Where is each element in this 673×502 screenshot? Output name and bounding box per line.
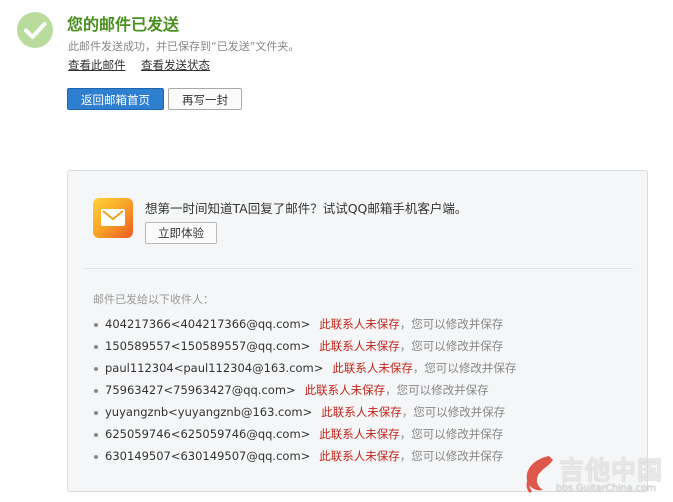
divider [83, 268, 633, 269]
bullet [94, 411, 98, 415]
edit-and-save-link[interactable]: 您可以修改并保存 [411, 339, 503, 353]
unsaved-contact-warning: 此联系人未保存 [319, 449, 400, 463]
guitarchina-logo [526, 456, 553, 494]
separator: ， [399, 339, 412, 353]
recipient-address: 150589557<150589557@qq.com> [105, 339, 311, 353]
watermark: 吉他中国 bbs.GuitarChina.com [519, 450, 671, 500]
recipient-item: 404217366<404217366@qq.com> 此联系人未保存，您可以修改… [93, 313, 516, 335]
unsaved-contact-warning: 此联系人未保存 [332, 361, 413, 375]
unsaved-contact-warning: 此联系人未保存 [304, 383, 386, 397]
separator: ， [401, 405, 414, 419]
success-icon [17, 12, 53, 48]
recipient-item: 75963427<75963427@qq.com> 此联系人未保存，您可以修改并保… [93, 379, 516, 401]
unsaved-contact-warning: 此联系人未保存 [321, 405, 402, 419]
info-panel: 想第一时间知道TA回复了邮件？试试QQ邮箱手机客户端。 立即体验 邮件已发给以下… [67, 170, 648, 492]
bullet [94, 455, 98, 459]
back-to-inbox-button[interactable]: 返回邮箱首页 [67, 88, 164, 110]
edit-and-save-link[interactable]: 您可以修改并保存 [397, 383, 489, 397]
promo-text: 想第一时间知道TA回复了邮件？试试QQ邮箱手机客户端。 [145, 201, 468, 216]
bullet [94, 367, 98, 371]
bullet [94, 389, 98, 393]
view-status-link[interactable]: 查看发送状态 [141, 57, 210, 73]
edit-and-save-link[interactable]: 您可以修改并保存 [411, 427, 503, 441]
qq-mail-app-icon [93, 198, 133, 238]
recipient-item: yuyangznb<yuyangznb@163.com> 此联系人未保存，您可以修… [93, 401, 516, 423]
recipient-address: 630149507<630149507@qq.com> [105, 449, 311, 463]
recipient-address: 625059746<625059746@qq.com> [105, 427, 311, 441]
edit-and-save-link[interactable]: 您可以修改并保存 [424, 361, 516, 375]
recipients-label: 邮件已发给以下收件人： [93, 293, 214, 306]
unsaved-contact-warning: 此联系人未保存 [319, 339, 400, 353]
recipient-item: 630149507<630149507@qq.com> 此联系人未保存，您可以修改… [93, 445, 516, 467]
compose-again-button[interactable]: 再写一封 [168, 88, 242, 110]
unsaved-contact-warning: 此联系人未保存 [319, 427, 400, 441]
recipient-address: 75963427<75963427@qq.com> [105, 383, 296, 397]
bullet [94, 433, 98, 437]
edit-and-save-link[interactable]: 您可以修改并保存 [411, 317, 503, 331]
watermark-url: bbs.GuitarChina.com [556, 483, 656, 494]
recipient-list: 404217366<404217366@qq.com> 此联系人未保存，您可以修改… [93, 313, 516, 467]
recipient-address: paul112304<paul112304@163.com> [105, 361, 324, 375]
page-title: 您的邮件已发送 [67, 15, 180, 34]
watermark-brand: 吉他中国 [559, 456, 664, 485]
view-mail-link[interactable]: 查看此邮件 [68, 57, 126, 73]
recipient-item: 625059746<625059746@qq.com> 此联系人未保存，您可以修改… [93, 423, 516, 445]
unsaved-contact-warning: 此联系人未保存 [319, 317, 400, 331]
success-message: 此邮件发送成功，并已保存到“已发送”文件夹。 [68, 40, 300, 53]
separator: ， [399, 427, 412, 441]
edit-and-save-link[interactable]: 您可以修改并保存 [411, 449, 503, 463]
recipient-item: 150589557<150589557@qq.com> 此联系人未保存，您可以修改… [93, 335, 516, 357]
bullet [94, 345, 98, 349]
try-now-button[interactable]: 立即体验 [145, 222, 217, 244]
separator: ， [399, 449, 412, 463]
recipient-address: 404217366<404217366@qq.com> [105, 317, 311, 331]
separator: ， [385, 383, 397, 397]
separator: ， [399, 317, 412, 331]
recipient-item: paul112304<paul112304@163.com> 此联系人未保存，您可… [93, 357, 516, 379]
bullet [94, 323, 98, 327]
separator: ， [412, 361, 425, 375]
edit-and-save-link[interactable]: 您可以修改并保存 [413, 405, 505, 419]
recipient-address: yuyangznb<yuyangznb@163.com> [105, 405, 313, 419]
